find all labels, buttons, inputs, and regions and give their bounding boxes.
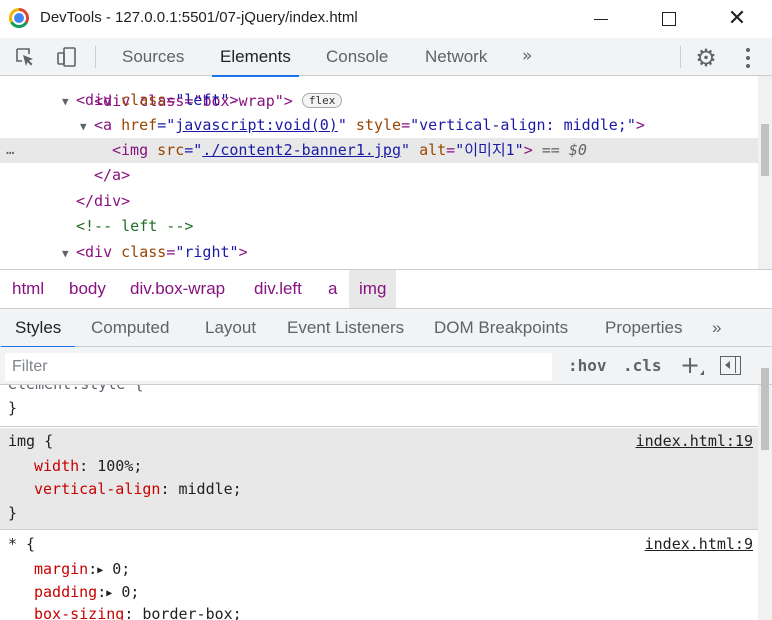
toggle-sidebar-icon[interactable] — [720, 356, 741, 375]
expand-arrow-icon[interactable]: ▼ — [62, 89, 76, 114]
rule-close-brace: } — [8, 504, 18, 522]
hov-button[interactable]: :hov — [568, 356, 607, 375]
tab-computed[interactable]: Computed — [91, 309, 169, 347]
css-declaration[interactable]: width: 100%; — [34, 455, 142, 477]
tab-styles[interactable]: Styles — [0, 309, 76, 348]
dom-node-div-left[interactable]: ▼ <div class="left"> — [0, 88, 758, 113]
source-link[interactable]: index.html:9 — [645, 533, 753, 555]
maximize-icon — [662, 12, 676, 26]
dom-scrollbar-thumb[interactable] — [761, 124, 769, 176]
settings-gear-icon[interactable]: ⚙ — [693, 45, 719, 71]
element-style-rule: element.style { } — [0, 385, 758, 427]
minimize-button[interactable] — [578, 4, 624, 34]
devtools-toolbar: Sources Elements Console Network » ⚙ — [0, 38, 772, 77]
close-icon: ✕ — [727, 6, 747, 31]
breadcrumb-div-box-wrap[interactable]: div.box-wrap — [130, 270, 225, 308]
rule-selector[interactable]: * { — [8, 533, 35, 555]
tab-elements[interactable]: Elements — [212, 38, 299, 77]
styles-scrollbar-thumb[interactable] — [761, 368, 769, 450]
window-title: DevTools - 127.0.0.1:5501/07-jQuery/inde… — [40, 9, 358, 26]
filter-input[interactable] — [5, 353, 552, 381]
dom-node-anchor-close[interactable]: </a> — [0, 163, 758, 188]
selected-node-marker: == $0 — [541, 141, 587, 159]
styles-subtabs: Styles Computed Layout Event Listeners D… — [0, 309, 772, 348]
tab-sources[interactable]: Sources — [122, 38, 184, 76]
expand-triangle-icon[interactable]: ▶ — [106, 588, 112, 599]
breadcrumb-img[interactable]: img — [349, 270, 397, 308]
dom-node-anchor[interactable]: ▼ <a href="javascript:void(0)" style="ver… — [0, 113, 758, 138]
dom-node-div-right[interactable]: ▼ <div class="right"> — [0, 240, 758, 265]
dom-node-img-selected[interactable]: … <img src="./content2-banner1.jpg" alt="… — [0, 138, 758, 163]
element-style-selector[interactable]: element.style { — [8, 385, 143, 395]
universal-style-rule: * { index.html:9 margin:▶ 0; padding:▶ 0… — [0, 531, 758, 620]
maximize-button[interactable] — [646, 4, 692, 34]
tab-dom-breakpoints[interactable]: DOM Breakpoints — [434, 309, 568, 347]
breadcrumb-a[interactable]: a — [328, 270, 337, 308]
chrome-logo-icon — [9, 8, 29, 28]
href-link[interactable]: javascript:void(0) — [175, 116, 338, 134]
css-declaration[interactable]: vertical-align: middle; — [34, 478, 242, 500]
device-toggle-button[interactable] — [54, 44, 80, 70]
styles-pane: element.style { } img { index.html:19 wi… — [0, 385, 758, 620]
new-rule-dropdown-icon[interactable] — [700, 370, 704, 375]
src-link[interactable]: ./content2-banner1.jpg — [202, 141, 401, 159]
more-options-kebab-icon[interactable] — [740, 45, 756, 71]
expand-arrow-icon[interactable]: ▼ — [80, 114, 94, 139]
minimize-icon — [594, 18, 608, 20]
tab-network[interactable]: Network — [425, 38, 487, 76]
css-declaration[interactable]: margin:▶ 0; — [34, 558, 130, 580]
tab-layout[interactable]: Layout — [205, 309, 256, 347]
expand-triangle-icon[interactable]: ▶ — [97, 565, 103, 576]
inspect-cursor-icon — [16, 48, 33, 66]
new-style-rule-button[interactable]: + — [680, 351, 700, 379]
breadcrumb-body[interactable]: body — [69, 270, 106, 308]
breadcrumb-html[interactable]: html — [12, 270, 44, 308]
styles-filter-bar: :hov .cls + — [0, 347, 772, 385]
more-dots-icon[interactable]: … — [6, 138, 14, 163]
tab-event-listeners[interactable]: Event Listeners — [287, 309, 404, 347]
breadcrumb-div-left[interactable]: div.left — [254, 270, 302, 308]
more-subtabs-button[interactable]: » — [712, 309, 721, 347]
title-bar: DevTools - 127.0.0.1:5501/07-jQuery/inde… — [0, 0, 772, 38]
cls-button[interactable]: .cls — [623, 356, 662, 375]
tab-console[interactable]: Console — [326, 38, 388, 76]
tab-properties[interactable]: Properties — [605, 309, 682, 347]
dom-node-div-close[interactable]: </div> — [0, 189, 758, 214]
expand-arrow-icon[interactable]: ▼ — [62, 241, 76, 266]
toolbar-divider — [95, 46, 96, 68]
dom-tree: <div class="box-wrap"> flex ▼ <div class=… — [0, 76, 758, 269]
toolbar-divider-right — [680, 46, 681, 68]
rule-selector[interactable]: img { — [8, 430, 53, 452]
close-button[interactable]: ✕ — [714, 4, 760, 34]
dom-node-comment[interactable]: <!-- left --> — [0, 214, 758, 239]
source-link[interactable]: index.html:19 — [636, 430, 753, 452]
css-declaration[interactable]: box-sizing: border-box; — [34, 603, 242, 620]
device-mobile-icon — [57, 47, 76, 67]
more-tabs-button[interactable]: » — [522, 46, 532, 66]
img-style-rule: img { index.html:19 width: 100%; vertica… — [0, 428, 758, 530]
inspect-element-button[interactable] — [12, 44, 38, 70]
css-declaration[interactable]: padding:▶ 0; — [34, 581, 139, 603]
rule-close-brace: } — [8, 399, 18, 417]
breadcrumb: html body div.box-wrap div.left a img — [0, 269, 772, 309]
